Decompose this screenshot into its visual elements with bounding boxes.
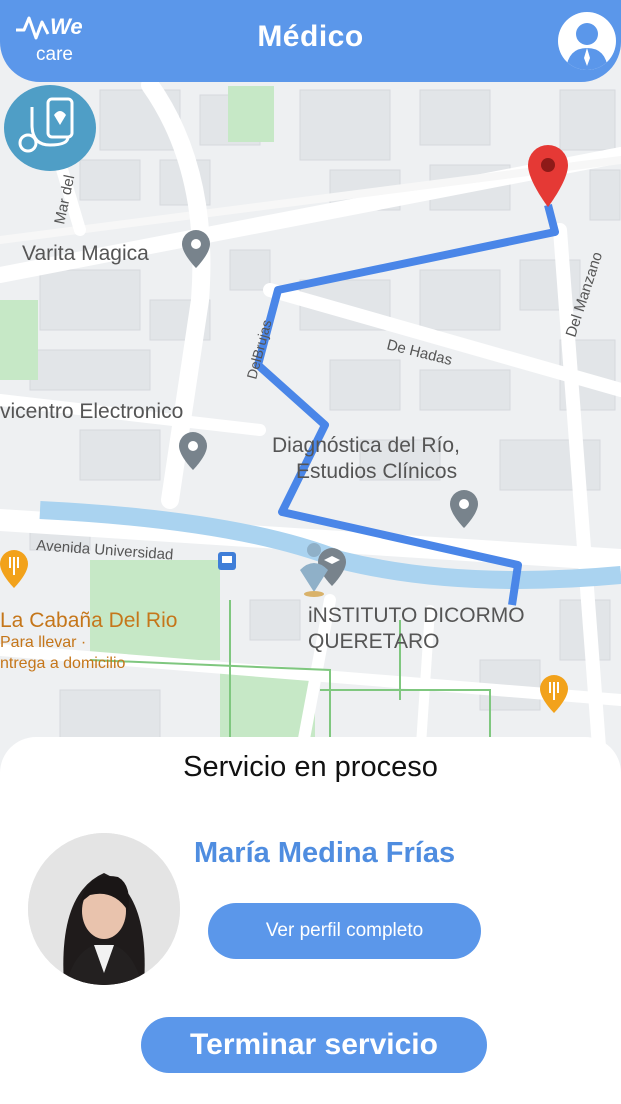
map-label-varita: Varita Magica: [22, 242, 149, 265]
map-label-entrega: ntrega a domicilio: [0, 655, 126, 672]
app-header: We care Médico: [0, 0, 621, 82]
stethoscope-icon[interactable]: [4, 85, 96, 171]
map-label-para-llevar: Para llevar ·: [0, 634, 86, 651]
end-service-button[interactable]: Terminar servicio: [141, 1017, 487, 1073]
map-label-queretaro: QUERETARO: [308, 630, 439, 653]
user-avatar-button[interactable]: [558, 12, 616, 70]
doctor-name: María Medina Frías: [194, 837, 456, 869]
app-screen: Mar del Varita Magica DelBrujas De Hadas…: [0, 0, 621, 1104]
bus-stop-icon: [218, 552, 236, 570]
map-label-estudios: Estudios Clínicos: [296, 460, 457, 483]
page-title: Médico: [257, 20, 364, 53]
doctor-photo: [28, 833, 180, 985]
map-label-centro: vicentro Electronico: [0, 400, 183, 423]
map-label-instituto: iNSTITUTO DICORMO: [308, 604, 525, 627]
user-avatar-icon: [566, 23, 608, 70]
service-status: Servicio en proceso: [183, 751, 438, 783]
map-label-diagnostica: Diagnóstica del Río,: [272, 434, 460, 457]
view-profile-button[interactable]: Ver perfil completo: [208, 903, 481, 959]
service-sheet: Servicio en proceso María Medina Frías V…: [0, 737, 621, 1104]
map-label-cabana: La Cabaña Del Rio: [0, 609, 177, 632]
